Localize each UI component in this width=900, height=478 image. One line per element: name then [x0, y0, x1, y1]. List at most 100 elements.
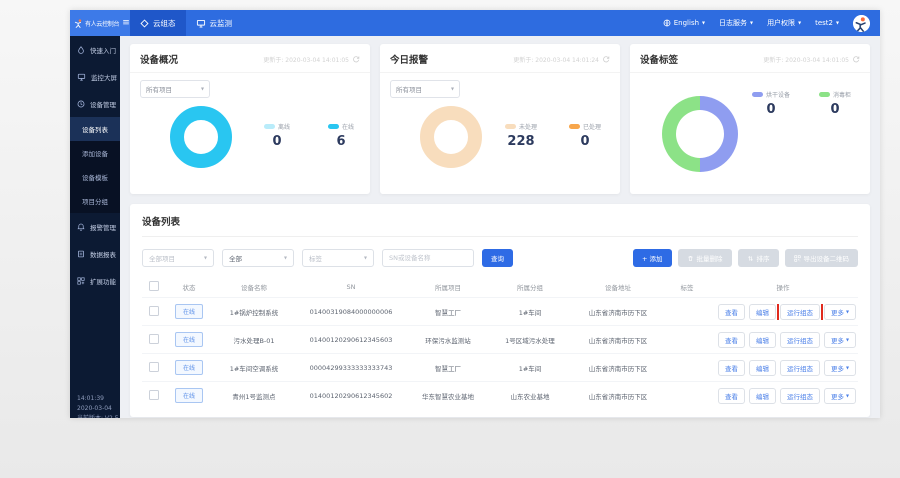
legend-value: 0: [580, 134, 590, 149]
report-icon: [77, 250, 85, 258]
view-button[interactable]: 查看: [717, 331, 745, 348]
sidebar-item-extension[interactable]: 扩展功能: [70, 267, 120, 294]
sidebar-item-device-list[interactable]: 设备列表: [70, 117, 120, 141]
legend-swatch: [327, 124, 339, 129]
sidebar-item-label: 设备模板: [82, 174, 108, 182]
device-sn: 01400120290612345602: [309, 391, 393, 400]
button-label: 批量删除: [696, 255, 723, 263]
sidebar-item-project-group[interactable]: 项目分组: [70, 189, 120, 213]
row-checkbox[interactable]: [149, 305, 159, 316]
card-device-overview: 设备概况 更新于: 2020-03-04 14:01:05 所有项目 ▾ 离线 …: [130, 44, 370, 194]
legend-label: 消毒柜: [832, 92, 851, 99]
sidebar-item-label: 快速入门: [90, 46, 116, 55]
caret-down-icon: [364, 256, 367, 262]
username-menu[interactable]: test2: [815, 19, 839, 27]
caret-down-icon: [204, 256, 207, 262]
export-qr-button[interactable]: 导出设备二维码: [784, 249, 858, 267]
sidebar-item-quickstart[interactable]: 快速入门: [70, 36, 120, 63]
sort-button[interactable]: 排序: [737, 249, 779, 267]
device-group: 山东农业基地: [510, 392, 550, 401]
legend-disinfect: 消毒柜 0: [814, 90, 856, 117]
caret-down-icon: [702, 21, 705, 27]
device-name: 青州1号监测点: [232, 392, 276, 401]
query-button[interactable]: 查询: [482, 249, 513, 267]
sidebar-item-device-template[interactable]: 设备模板: [70, 165, 120, 189]
device-project: 环保污水监测站: [425, 336, 471, 345]
device-sn: 01400319084000000006: [309, 307, 393, 316]
more-button[interactable]: 更多: [823, 387, 856, 404]
avatar[interactable]: [853, 14, 870, 32]
legend-swatch: [504, 124, 516, 129]
log-service-menu[interactable]: 日志服务: [719, 18, 753, 28]
row-checkbox[interactable]: [149, 361, 159, 372]
quickstart-icon: [77, 45, 85, 54]
legend-offline: 离线 0: [256, 122, 298, 149]
edit-button[interactable]: 编辑: [748, 331, 776, 348]
status-badge: 在线: [174, 360, 203, 375]
row-checkbox[interactable]: [149, 333, 159, 344]
row-checkbox[interactable]: [149, 389, 159, 400]
search-input[interactable]: [382, 249, 474, 267]
view-button[interactable]: 查看: [717, 359, 745, 376]
top-navbar: 有人云控制台 ≡ 云组态 云监测 English 日志服务: [70, 10, 880, 36]
button-label: 更多: [830, 364, 844, 373]
view-button[interactable]: 查看: [717, 387, 745, 404]
edit-button[interactable]: 编辑: [748, 303, 776, 320]
legend-swatch: [751, 92, 763, 97]
edit-button[interactable]: 编辑: [748, 387, 776, 404]
table-row: 在线 污水处理B-01 01400120290612345603 环保污水监测站…: [142, 325, 858, 353]
sidebar-item-data-report[interactable]: 数据报表: [70, 240, 120, 267]
scada-icon: [140, 18, 149, 28]
device-address: 山东省济南市历下区: [588, 308, 648, 317]
language-label: English: [673, 19, 700, 27]
sidebar-item-device-manage[interactable]: 设备管理: [70, 90, 120, 117]
language-icon: [663, 19, 671, 27]
sidebar: 快速入门 监控大屏 设备管理 设备列表 添加设备 设备模板 项目分组 报警管理: [70, 36, 120, 418]
sidebar-item-bigscreen[interactable]: 监控大屏: [70, 63, 120, 90]
col-status: 状态: [182, 284, 196, 292]
sidebar-item-alarm-manage[interactable]: 报警管理: [70, 213, 120, 240]
hamburger-icon[interactable]: ≡: [122, 18, 130, 28]
donut-ring: [170, 106, 232, 168]
more-button[interactable]: 更多: [823, 303, 856, 320]
sidebar-item-add-device[interactable]: 添加设备: [70, 141, 120, 165]
more-button[interactable]: 更多: [823, 331, 856, 348]
button-label: 排序: [756, 255, 770, 263]
tag-filter-select[interactable]: 标签: [302, 249, 374, 267]
sidebar-footer: 14:01:39 2020-03-04 当前版本: V2.5.2: [70, 394, 120, 418]
sidebar-item-label: 数据报表: [90, 250, 116, 259]
caret-down-icon: [836, 21, 839, 27]
language-menu[interactable]: English: [663, 19, 705, 27]
more-button[interactable]: 更多: [823, 359, 856, 376]
run-scada-button[interactable]: 运行组态: [779, 359, 820, 376]
sidebar-item-label: 监控大屏: [91, 73, 117, 82]
device-project: 智慧工厂: [435, 308, 461, 317]
device-address: 山东省济南市历下区: [588, 336, 648, 345]
run-scada-button[interactable]: 运行组态: [779, 303, 820, 320]
brand[interactable]: 有人云控制台 ≡: [70, 10, 130, 36]
device-address: 山东省济南市历下区: [588, 392, 648, 401]
bigscreen-icon: [77, 73, 86, 81]
user-permission-menu[interactable]: 用户权限: [767, 18, 801, 28]
donut-ring: [420, 106, 482, 168]
device-project: 智慧工厂: [435, 364, 461, 373]
edit-button[interactable]: 编辑: [748, 359, 776, 376]
select-all-checkbox[interactable]: [149, 281, 159, 291]
user-permission-label: 用户权限: [767, 19, 796, 27]
add-device-button[interactable]: + 添加: [632, 249, 672, 267]
app-window: 有人云控制台 ≡ 云组态 云监测 English 日志服务: [70, 10, 880, 418]
view-button[interactable]: 查看: [717, 303, 745, 320]
summary-cards: 设备概况 更新于: 2020-03-04 14:01:05 所有项目 ▾ 离线 …: [130, 44, 870, 194]
project-filter-select[interactable]: 全部项目: [142, 249, 214, 267]
col-group: 所属分组: [517, 284, 543, 292]
sidebar-item-label: 扩展功能: [90, 277, 116, 286]
run-scada-button[interactable]: 运行组态: [779, 387, 820, 404]
tab-cloud-monitor[interactable]: 云监测: [186, 10, 243, 36]
run-scada-button[interactable]: 运行组态: [779, 331, 820, 348]
batch-delete-button[interactable]: 批量删除: [677, 249, 732, 267]
device-address: 山东省济南市历下区: [588, 364, 648, 373]
filter-value: 全部项目: [149, 255, 175, 263]
legend-label: 已处理: [582, 124, 601, 131]
tab-cloud-scada[interactable]: 云组态: [130, 10, 186, 36]
status-filter-select[interactable]: 全部: [222, 249, 294, 267]
